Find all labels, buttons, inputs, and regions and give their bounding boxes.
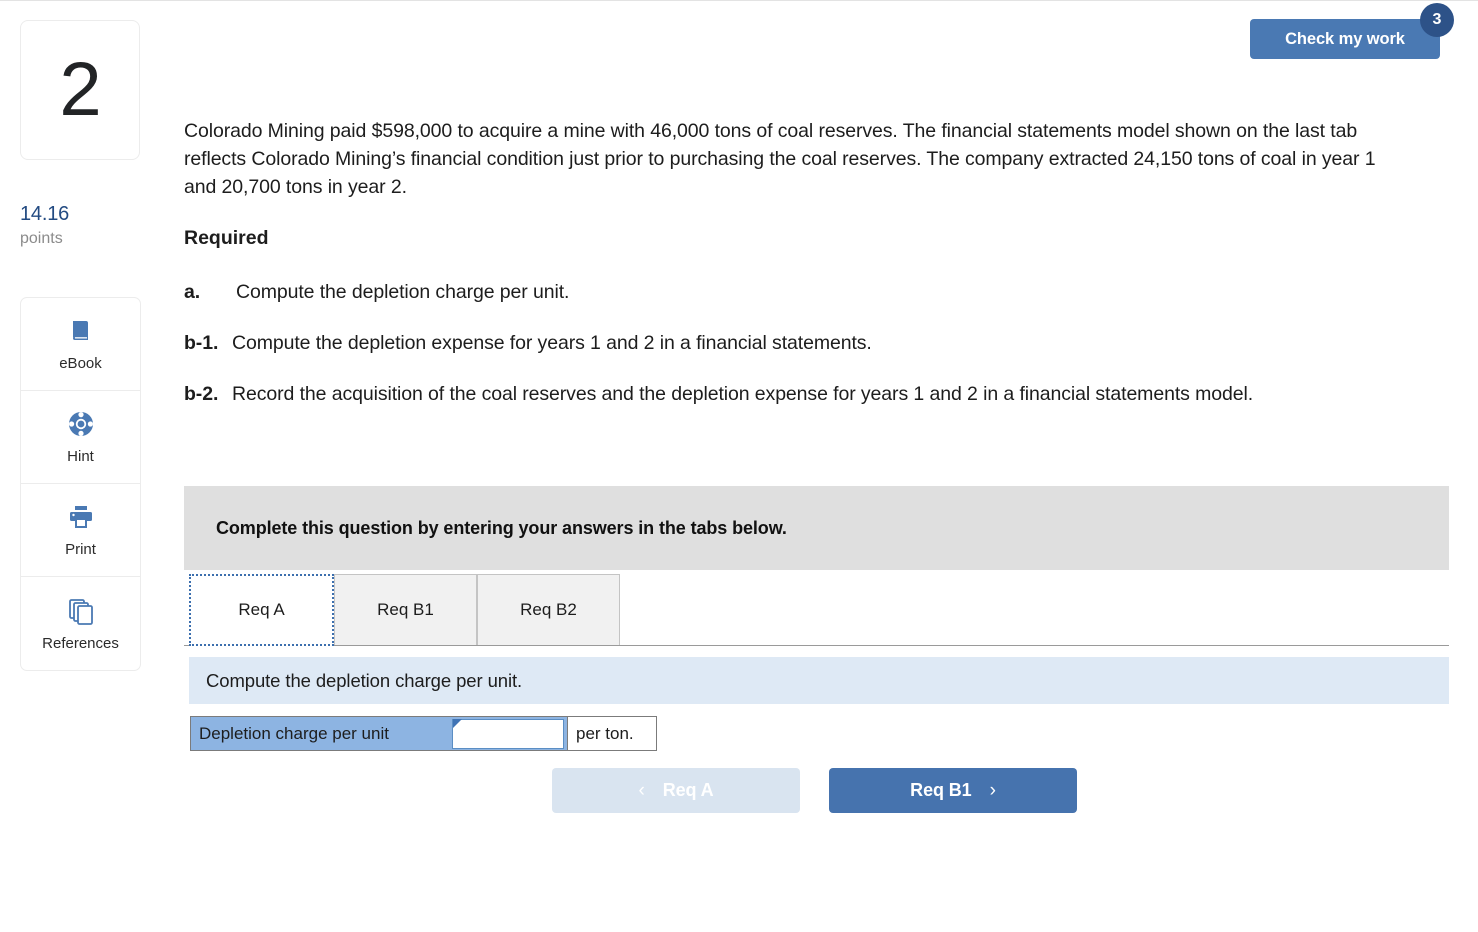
requirement-b1: b-1. Compute the depletion expense for y… <box>184 329 1424 357</box>
check-my-work-container: Check my work 3 <box>1250 3 1454 59</box>
tab-label: Req B2 <box>520 600 577 619</box>
lifebuoy-icon <box>67 409 95 439</box>
check-my-work-badge: 3 <box>1420 3 1454 37</box>
requirement-text: Record the acquisition of the coal reser… <box>232 383 1254 405</box>
requirement-text: Compute the depletion charge per unit. <box>236 281 570 303</box>
instruction-banner: Complete this question by entering your … <box>184 486 1449 570</box>
depletion-charge-input[interactable] <box>452 718 564 749</box>
requirement-marker: b-1. <box>184 332 219 354</box>
prev-req-label: Req A <box>662 780 714 800</box>
next-req-button[interactable]: Req B1 › <box>829 768 1077 813</box>
tab-req-b2[interactable]: Req B2 <box>477 574 620 645</box>
tool-label: References <box>42 634 119 652</box>
tool-hint[interactable]: Hint <box>21 391 140 484</box>
tab-label: Req B1 <box>377 600 434 619</box>
answer-row-label: Depletion charge per unit <box>191 717 449 750</box>
requirement-b2: b-2. Record the acquisition of the coal … <box>184 380 1424 408</box>
tool-label: eBook <box>59 355 102 372</box>
next-req-label: Req B1 <box>910 780 972 800</box>
answer-input-cell <box>449 717 567 750</box>
tool-ebook[interactable]: eBook <box>21 298 140 391</box>
tool-stack: eBook Hint Print References <box>20 297 141 671</box>
tab-navigation: ‹ Req A Req B1 › <box>552 768 1077 813</box>
check-my-work-button[interactable]: Check my work <box>1250 19 1440 59</box>
tool-print[interactable]: Print <box>21 484 140 577</box>
chevron-right-icon: › <box>989 779 996 801</box>
cell-marker-icon <box>453 719 462 728</box>
tool-label: Print <box>65 541 96 558</box>
left-rail: 2 14.16 points eBook Hint Print Referenc… <box>0 1 170 932</box>
tool-references[interactable]: References <box>21 577 140 670</box>
requirement-a: a. Compute the depletion charge per unit… <box>184 278 1424 306</box>
prev-req-button[interactable]: ‹ Req A <box>552 768 800 813</box>
tab-instruction-strip: Compute the depletion charge per unit. <box>189 657 1449 704</box>
tool-label: Hint <box>67 448 94 465</box>
chevron-left-icon: ‹ <box>638 779 645 801</box>
answer-row: Depletion charge per unit per ton. <box>190 716 657 751</box>
instruction-banner-text: Complete this question by entering your … <box>216 517 787 538</box>
requirement-marker: b-2. <box>184 383 219 405</box>
pages-stack-icon <box>67 596 95 626</box>
tab-req-a[interactable]: Req A <box>189 574 334 646</box>
required-heading: Required <box>184 227 269 249</box>
tab-label: Req A <box>238 600 285 619</box>
question-intro-text: Colorado Mining paid $598,000 to acquire… <box>184 120 1376 198</box>
points-value: 14.16 <box>20 203 70 225</box>
question-number-box: 2 <box>20 20 140 160</box>
tab-instruction-text: Compute the depletion charge per unit. <box>206 669 523 691</box>
tab-req-b1[interactable]: Req B1 <box>334 574 477 645</box>
question-number: 2 <box>59 47 101 132</box>
points-label: points <box>20 230 63 247</box>
requirement-text: Compute the depletion expense for years … <box>232 332 872 354</box>
printer-icon <box>67 502 95 532</box>
question-page: 2 14.16 points eBook Hint Print Referenc… <box>0 0 1478 932</box>
answer-row-unit: per ton. <box>567 717 655 750</box>
book-icon <box>68 316 94 346</box>
requirement-marker: a. <box>184 281 201 303</box>
requirement-tabs: Req A Req B1 Req B2 <box>184 574 1449 646</box>
